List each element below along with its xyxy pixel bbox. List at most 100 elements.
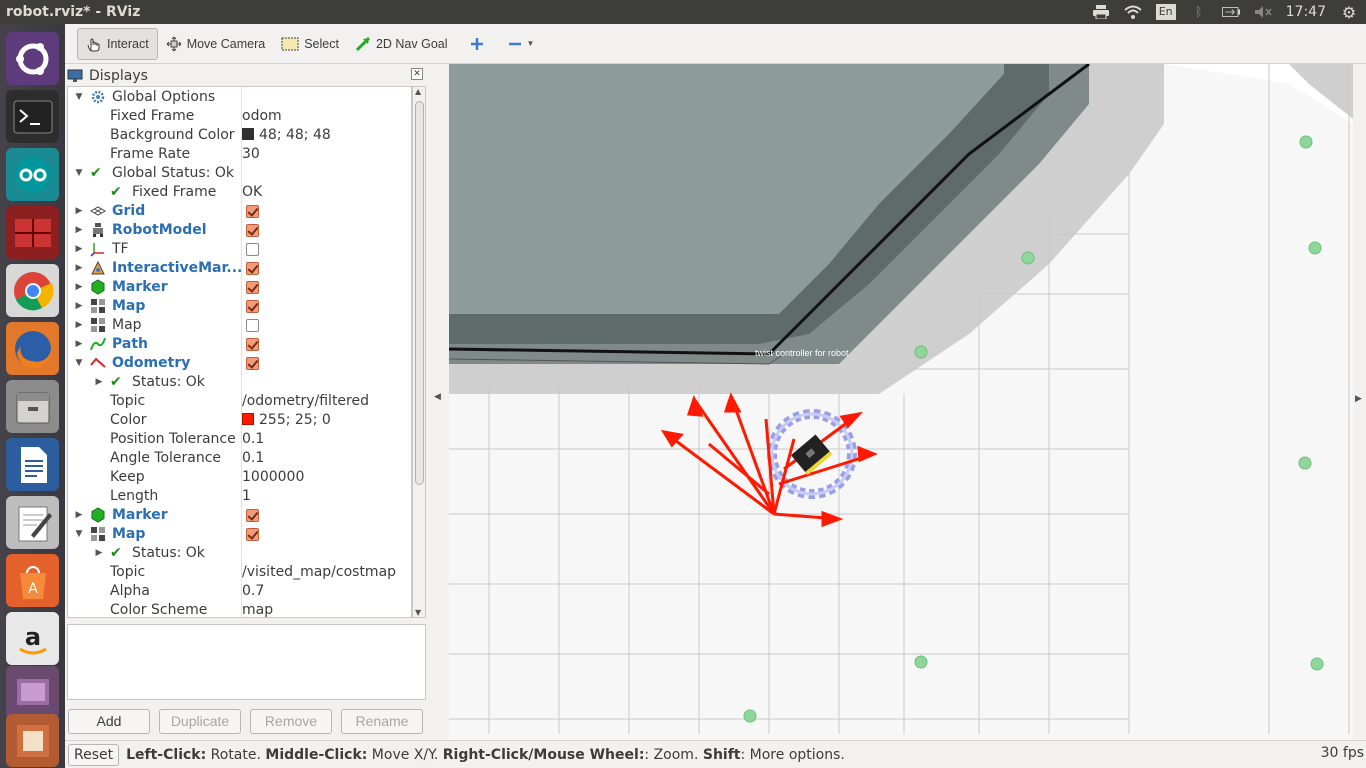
add-tool-button[interactable] (456, 28, 498, 60)
scrollbar-thumb[interactable] (415, 101, 424, 485)
tree-row-odometry[interactable]: ▼ Odometry (68, 354, 411, 373)
expand-arrow-icon[interactable]: ▶ (74, 316, 84, 335)
tree-row-global-status[interactable]: ▼ ✔ Global Status: Ok (68, 164, 411, 183)
arduino-app-icon[interactable] (6, 148, 59, 201)
rename-button[interactable]: Rename (341, 709, 423, 734)
background-color-value[interactable]: 48; 48; 48 (242, 126, 331, 145)
tree-scrollbar[interactable]: ▲ ▼ (412, 86, 426, 618)
tree-row-background-color[interactable]: Background Color 48; 48; 48 (68, 126, 411, 145)
nav-goal-tool-button[interactable]: 2D Nav Goal (347, 28, 456, 60)
tree-row-alpha[interactable]: Alpha 0.7 (68, 582, 411, 601)
tree-row-map-topic[interactable]: Topic /visited_map/costmap (68, 563, 411, 582)
tree-row-color-scheme[interactable]: Color Scheme map (68, 601, 411, 617)
amazon-app-icon[interactable]: a (6, 612, 59, 665)
interactive-markers-checkbox[interactable] (246, 262, 259, 275)
right-dock-handle[interactable]: ▶ (1353, 64, 1366, 740)
tree-row-map-1[interactable]: ▶ Map (68, 297, 411, 316)
tree-row-position-tolerance[interactable]: Position Tolerance 0.1 (68, 430, 411, 449)
select-tool-button[interactable]: Select (273, 28, 347, 60)
files-app-icon[interactable] (6, 380, 59, 433)
battery-icon[interactable] (1221, 4, 1240, 20)
map-checkbox[interactable] (246, 528, 259, 541)
remove-button[interactable]: Remove (250, 709, 332, 734)
wifi-icon[interactable] (1124, 4, 1142, 20)
tree-row-global-options[interactable]: ▼ Global Options (68, 88, 411, 107)
tree-row-frame-rate[interactable]: Frame Rate 30 (68, 145, 411, 164)
power-gear-icon[interactable]: ⚙ (1340, 3, 1358, 22)
text-editor-app-icon[interactable] (6, 496, 59, 549)
expand-arrow-icon[interactable]: ▼ (74, 164, 84, 183)
dash-ubuntu-icon[interactable] (6, 32, 59, 85)
software-center-app-icon[interactable]: A (6, 554, 59, 607)
scroll-up-icon[interactable]: ▲ (415, 87, 421, 96)
tree-row-odometry-topic[interactable]: Topic /odometry/filtered (68, 392, 411, 411)
tree-row-map-2[interactable]: ▶ Map (68, 316, 411, 335)
chrome-app-icon[interactable] (6, 264, 59, 317)
tf-checkbox[interactable] (246, 243, 259, 256)
move-camera-tool-button[interactable]: Move Camera (158, 28, 274, 60)
tree-row-fixed-frame-status[interactable]: ✔ Fixed Frame OK (68, 183, 411, 202)
volume-muted-icon[interactable] (1254, 4, 1272, 20)
firefox-app-icon[interactable] (6, 322, 59, 375)
tree-row-fixed-frame[interactable]: Fixed Frame odom (68, 107, 411, 126)
position-tolerance-value[interactable]: 0.1 (242, 430, 264, 449)
fixed-frame-value[interactable]: odom (242, 107, 282, 126)
tree-row-tf[interactable]: ▶ TF (68, 240, 411, 259)
scroll-down-icon[interactable]: ▼ (415, 608, 421, 617)
expand-arrow-icon[interactable]: ▶ (74, 240, 84, 259)
printer-icon[interactable] (1092, 4, 1110, 20)
keyboard-layout-indicator[interactable]: En (1155, 4, 1176, 20)
expand-arrow-icon[interactable]: ▶ (94, 373, 104, 392)
expand-arrow-icon[interactable]: ▶ (74, 335, 84, 354)
expand-arrow-icon[interactable]: ▼ (74, 88, 84, 107)
tree-row-keep[interactable]: Keep 1000000 (68, 468, 411, 487)
alpha-value[interactable]: 0.7 (242, 582, 264, 601)
clock[interactable]: 17:47 (1286, 4, 1326, 20)
expand-arrow-icon[interactable]: ▶ (74, 506, 84, 525)
collapse-right-icon[interactable]: ▶ (1355, 394, 1362, 404)
expand-arrow-icon[interactable]: ▶ (74, 278, 84, 297)
tree-row-map-status[interactable]: ▶ ✔ Status: Ok (68, 544, 411, 563)
add-button[interactable]: Add (68, 709, 150, 734)
render-viewport[interactable]: twist controller for robot (449, 64, 1353, 740)
tree-row-length[interactable]: Length 1 (68, 487, 411, 506)
duplicate-button[interactable]: Duplicate (159, 709, 241, 734)
remove-tool-button[interactable]: ▼ (498, 28, 545, 60)
interact-tool-button[interactable]: Interact (77, 27, 158, 60)
map-checkbox[interactable] (246, 300, 259, 313)
tree-row-odometry-color[interactable]: Color 255; 25; 0 (68, 411, 411, 430)
terminal-app-icon[interactable] (6, 90, 59, 143)
bluetooth-icon[interactable]: ᛒ (1190, 4, 1208, 20)
expand-arrow-icon[interactable]: ▶ (74, 202, 84, 221)
topic-value[interactable]: /odometry/filtered (242, 392, 369, 411)
color-value[interactable]: 255; 25; 0 (242, 411, 331, 430)
path-checkbox[interactable] (246, 338, 259, 351)
tree-row-robot-model[interactable]: ▶ RobotModel (68, 221, 411, 240)
workspace-switcher-icon[interactable] (6, 666, 59, 719)
expand-arrow-icon[interactable]: ▼ (74, 354, 84, 373)
length-value[interactable]: 1 (242, 487, 251, 506)
writer-app-icon[interactable] (6, 438, 59, 491)
color-scheme-value[interactable]: map (242, 601, 273, 617)
rviz-app-icon[interactable] (6, 714, 59, 767)
tree-row-grid[interactable]: ▶ Grid (68, 202, 411, 221)
topic-value[interactable]: /visited_map/costmap (242, 563, 396, 582)
map-checkbox[interactable] (246, 319, 259, 332)
expand-arrow-icon[interactable]: ▶ (94, 544, 104, 563)
reset-button[interactable]: Reset (68, 743, 120, 766)
grid-checkbox[interactable] (246, 205, 259, 218)
expand-arrow-icon[interactable]: ▶ (74, 297, 84, 316)
frame-rate-value[interactable]: 30 (242, 145, 260, 164)
tree-row-marker-2[interactable]: ▶ Marker (68, 506, 411, 525)
angle-tolerance-value[interactable]: 0.1 (242, 449, 264, 468)
keep-value[interactable]: 1000000 (242, 468, 304, 487)
tree-row-map-3[interactable]: ▼ Map (68, 525, 411, 544)
tree-row-path[interactable]: ▶ Path (68, 335, 411, 354)
odometry-checkbox[interactable] (246, 357, 259, 370)
marker-checkbox[interactable] (246, 281, 259, 294)
workspaces-app-icon[interactable] (6, 206, 59, 259)
expand-arrow-icon[interactable]: ▶ (74, 259, 84, 278)
marker-checkbox[interactable] (246, 509, 259, 522)
expand-arrow-icon[interactable]: ▶ (74, 221, 84, 240)
tree-row-odometry-status[interactable]: ▶ ✔ Status: Ok (68, 373, 411, 392)
